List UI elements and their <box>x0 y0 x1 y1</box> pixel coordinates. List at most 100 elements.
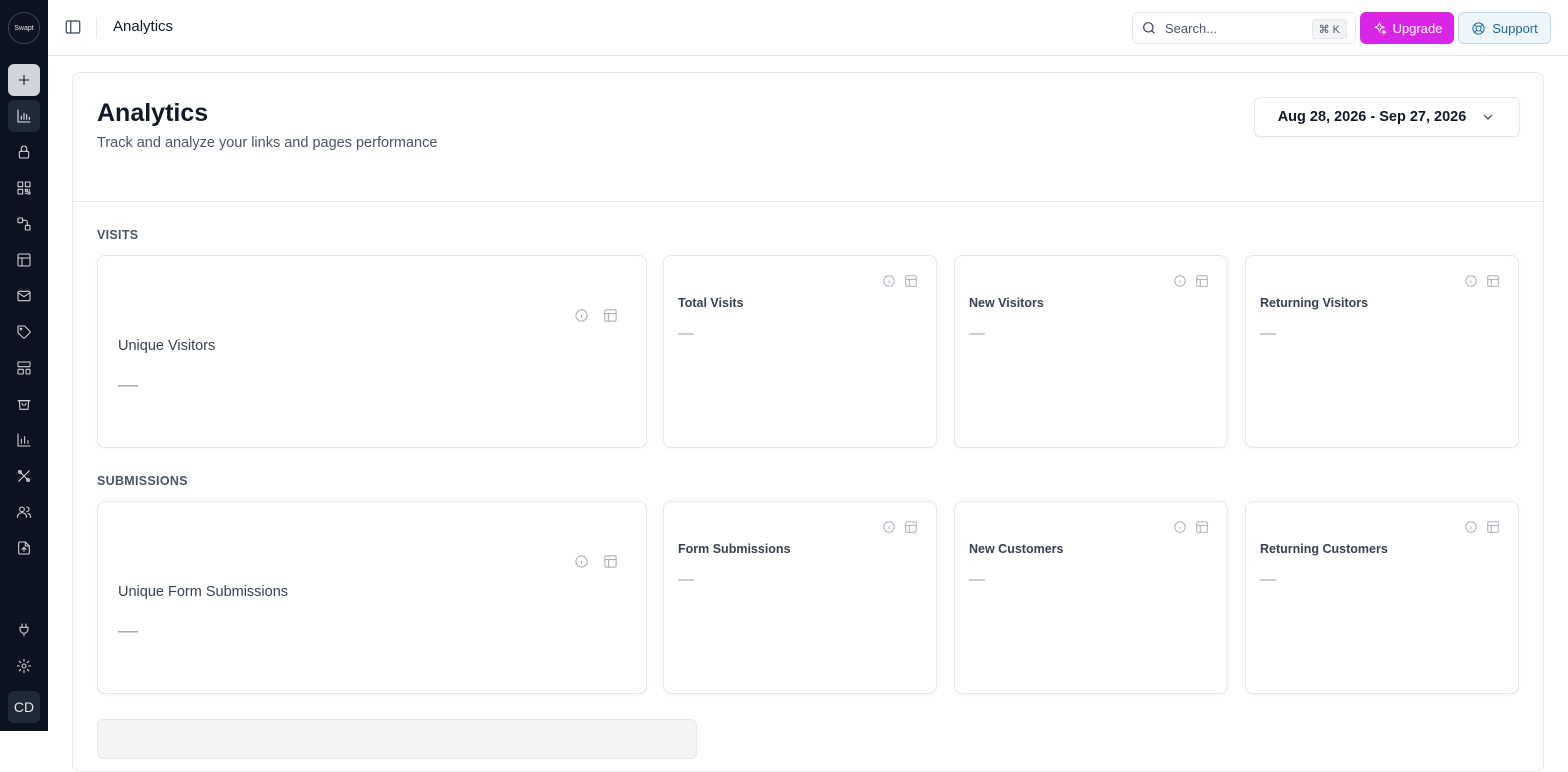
support-button[interactable]: Support <box>1458 12 1551 44</box>
info-icon[interactable] <box>1173 520 1187 534</box>
sparkle-icon <box>1373 21 1387 35</box>
stat-card-returning-customers: Returning Customers — <box>1245 501 1519 694</box>
info-icon[interactable] <box>882 274 896 288</box>
table-view-icon[interactable] <box>603 308 618 323</box>
header-divider <box>73 201 1543 202</box>
workflow-icon <box>17 217 31 231</box>
file-upload-icon <box>18 541 30 555</box>
stat-value: — <box>678 571 694 588</box>
table-view-icon[interactable] <box>904 520 918 534</box>
sidebar-item-customers[interactable] <box>8 496 40 528</box>
sidebar-item-email[interactable] <box>8 280 40 312</box>
page-subtitle: Track and analyze your links and pages p… <box>97 135 438 151</box>
search-shortcut-badge: ⌘ K <box>1311 19 1347 39</box>
sidebar-item-tags[interactable] <box>8 316 40 348</box>
stat-card-new-visitors: New Visitors — <box>954 255 1228 448</box>
sidebar-toggle-icon <box>65 20 81 34</box>
stat-card-returning-visitors: Returning Visitors — <box>1245 255 1519 448</box>
chevron-down-icon <box>1483 114 1493 120</box>
plug-icon <box>19 623 29 637</box>
date-range-picker[interactable]: Aug 28, 2026 - Sep 27, 2026 <box>1254 97 1520 137</box>
sidebar-toggle-button[interactable] <box>64 18 84 38</box>
stat-label: Total Visits <box>678 296 744 310</box>
qr-code-icon <box>17 181 31 195</box>
stat-label: Returning Customers <box>1260 542 1388 556</box>
stat-card-new-customers: New Customers — <box>954 501 1228 694</box>
sidebar-item-reports[interactable] <box>8 424 40 456</box>
grid-icon <box>17 361 31 375</box>
stat-label: Form Submissions <box>678 542 791 556</box>
stat-label: Returning Visitors <box>1260 296 1369 310</box>
table-view-icon[interactable] <box>603 554 618 569</box>
brand-logo-text: Swapt <box>14 24 34 32</box>
sidebar-item-protected[interactable] <box>8 136 40 168</box>
avatar-initials: CD <box>13 699 35 715</box>
mail-icon <box>17 290 31 302</box>
lifebuoy-icon <box>1472 21 1485 35</box>
add-button[interactable] <box>8 64 40 96</box>
chart-icon <box>17 433 31 447</box>
users-icon <box>16 506 32 518</box>
tag-icon <box>17 325 31 339</box>
report-tabs[interactable] <box>97 719 697 759</box>
sidebar-item-qr-codes[interactable] <box>8 172 40 204</box>
stat-value: — <box>969 325 985 342</box>
stat-card-total-visits: Total Visits — <box>663 255 937 448</box>
search-box[interactable]: ⌘ K <box>1132 12 1356 44</box>
stat-card-form-submissions: Form Submissions — <box>663 501 937 694</box>
sidebar-item-settings[interactable] <box>8 650 40 682</box>
sidebar: Swapt CD <box>0 0 48 731</box>
sidebar-item-workflows[interactable] <box>8 208 40 240</box>
info-icon[interactable] <box>1173 274 1187 288</box>
layout-icon <box>17 253 31 267</box>
sidebar-item-files[interactable] <box>8 532 40 564</box>
analytics-panel: Analytics Track and analyze your links a… <box>72 72 1544 772</box>
gear-icon <box>16 658 32 674</box>
stat-value: — <box>1260 571 1276 588</box>
stat-value: — <box>1260 325 1276 342</box>
section-label-visits: VISITS <box>97 228 139 242</box>
info-icon[interactable] <box>1464 274 1478 288</box>
stat-card-unique-visitors: Unique Visitors — <box>97 255 647 448</box>
stat-card-unique-form-submissions: Unique Form Submissions — <box>97 501 647 694</box>
stat-value: — <box>969 571 985 588</box>
search-input[interactable] <box>1165 20 1305 36</box>
info-icon[interactable] <box>882 520 896 534</box>
table-view-icon[interactable] <box>904 274 918 288</box>
user-avatar[interactable]: CD <box>8 691 40 723</box>
shopping-bag-icon <box>17 400 31 410</box>
sidebar-item-integrations[interactable] <box>8 614 40 646</box>
table-view-icon[interactable] <box>1486 274 1500 288</box>
upgrade-button[interactable]: Upgrade <box>1360 12 1454 44</box>
stat-label: Unique Form Submissions <box>118 584 289 600</box>
brand-logo[interactable]: Swapt <box>8 12 40 44</box>
sidebar-item-analytics[interactable] <box>8 100 40 132</box>
tools-icon <box>18 470 30 482</box>
table-view-icon[interactable] <box>1195 274 1209 288</box>
table-view-icon[interactable] <box>1486 520 1500 534</box>
sidebar-item-tools[interactable] <box>8 460 40 492</box>
upgrade-label: Upgrade <box>1392 20 1443 36</box>
info-icon[interactable] <box>574 554 589 569</box>
top-bar: Analytics ⌘ K Upgrade Support <box>48 0 1568 56</box>
analytics-icon <box>17 109 31 123</box>
lock-icon <box>18 145 30 159</box>
stat-value: — <box>118 374 138 396</box>
topbar-divider <box>96 18 97 38</box>
sidebar-item-templates[interactable] <box>8 352 40 384</box>
info-icon[interactable] <box>574 308 589 323</box>
sidebar-item-pages[interactable] <box>8 244 40 276</box>
section-label-submissions: SUBMISSIONS <box>97 474 188 488</box>
stat-label: New Visitors <box>969 296 1044 310</box>
info-icon[interactable] <box>1464 520 1478 534</box>
table-view-icon[interactable] <box>1195 520 1209 534</box>
plus-icon <box>18 74 30 86</box>
stat-value: — <box>678 325 694 342</box>
stat-label: Unique Visitors <box>118 338 216 354</box>
sidebar-item-store[interactable] <box>8 388 40 420</box>
page-title: Analytics <box>97 99 209 127</box>
breadcrumb-title: Analytics <box>113 18 174 35</box>
search-icon <box>1143 22 1155 34</box>
stat-value: — <box>118 620 138 642</box>
support-label: Support <box>1492 20 1538 36</box>
